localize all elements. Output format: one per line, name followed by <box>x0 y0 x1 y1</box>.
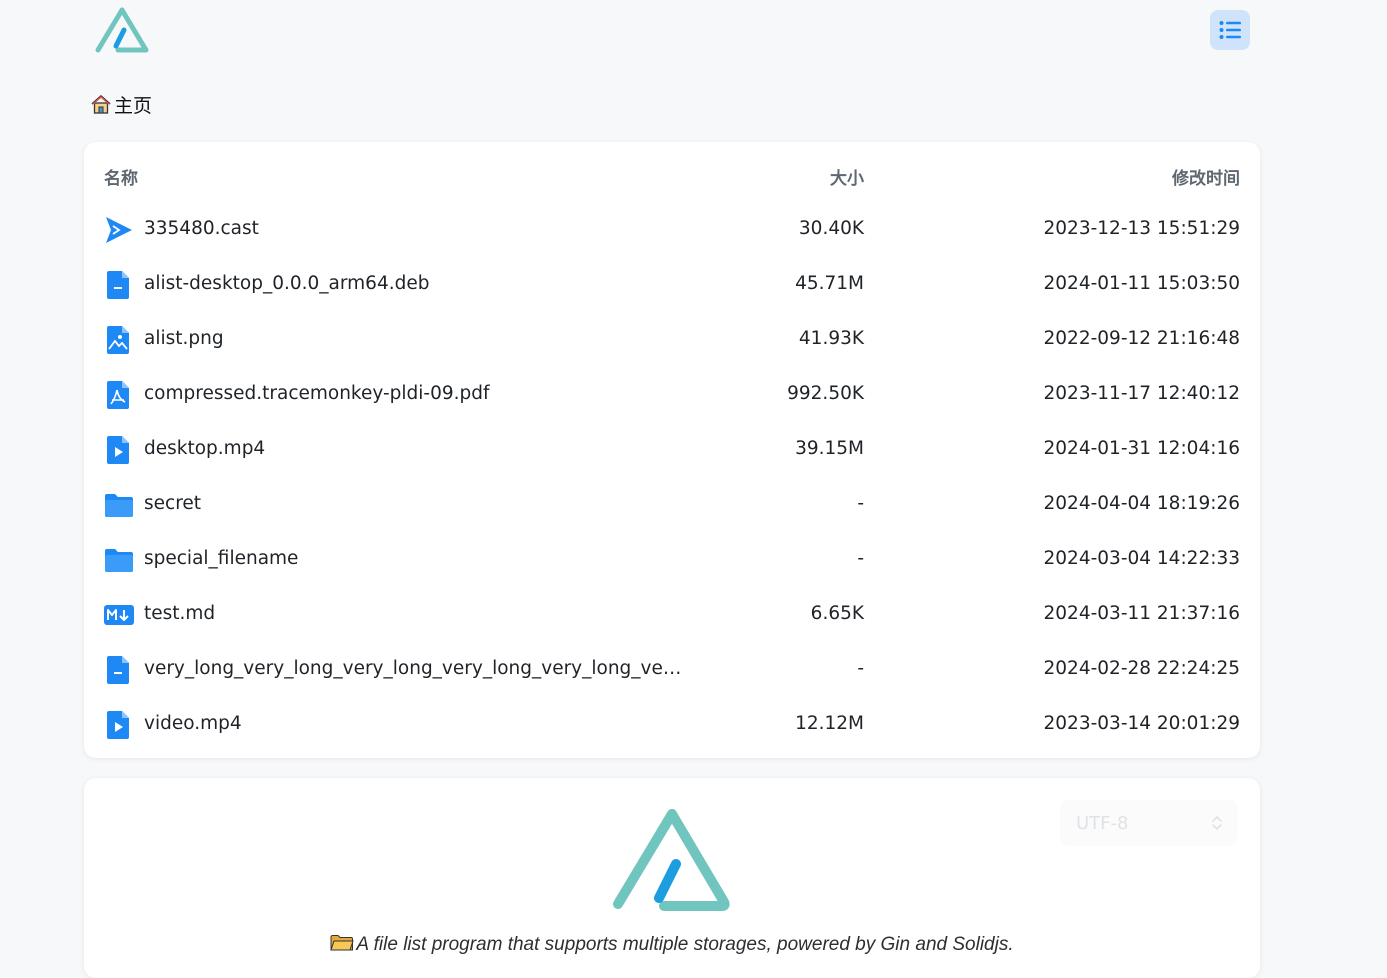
header <box>0 0 1387 70</box>
file-icon <box>107 656 129 684</box>
file-modified: 2023-03-14 20:01:29 <box>1043 713 1240 734</box>
table-row[interactable]: secret - 2024-04-04 18:19:26 <box>84 479 1260 534</box>
file-size: 12.12M <box>795 713 864 734</box>
table-row[interactable]: alist-desktop_0.0.0_arm64.deb 45.71M 202… <box>84 259 1260 314</box>
encoding-select-value: UTF-8 <box>1076 812 1129 834</box>
table-row[interactable]: alist.png 41.93K 2022-09-12 21:16:48 <box>84 314 1260 369</box>
file-name[interactable]: video.mp4 <box>144 713 684 734</box>
file-list-rows: 335480.cast 30.40K 2023-12-13 15:51:29 a… <box>84 204 1260 754</box>
menu-button[interactable] <box>1210 10 1250 50</box>
encoding-select[interactable]: UTF-8 <box>1060 800 1238 846</box>
file-size: - <box>857 548 864 569</box>
markdown-icon <box>104 605 134 625</box>
file-size: 45.71M <box>795 273 864 294</box>
file-modified: 2023-12-13 15:51:29 <box>1043 218 1240 239</box>
file-modified: 2023-11-17 12:40:12 <box>1043 383 1240 404</box>
chevron-updown-icon <box>1212 815 1222 831</box>
video-file-icon <box>107 436 129 464</box>
cast-icon <box>106 217 132 243</box>
file-size: 6.65K <box>810 603 864 624</box>
column-header-modified[interactable]: 修改时间 <box>1172 164 1240 189</box>
file-size: 41.93K <box>798 328 864 349</box>
breadcrumb[interactable]: 主页 <box>90 90 152 118</box>
file-size: - <box>857 658 864 679</box>
breadcrumb-home-link[interactable]: 主页 <box>114 91 152 118</box>
column-header-size[interactable]: 大小 <box>830 164 864 189</box>
video-file-icon <box>107 711 129 739</box>
pdf-file-icon <box>107 381 129 409</box>
file-modified: 2024-02-28 22:24:25 <box>1043 658 1240 679</box>
file-name[interactable]: test.md <box>144 603 684 624</box>
folder-icon <box>105 549 133 572</box>
column-header-name[interactable]: 名称 <box>104 164 138 189</box>
file-size: 39.15M <box>795 438 864 459</box>
tagline-text: A file list program that supports multip… <box>356 934 1014 955</box>
alist-logo-icon[interactable] <box>94 6 150 54</box>
file-icon <box>107 271 129 299</box>
file-size: - <box>857 493 864 514</box>
file-name[interactable]: very_long_very_long_very_long_very_long_… <box>144 658 684 679</box>
file-modified: 2024-01-31 12:04:16 <box>1043 438 1240 459</box>
alist-logo-icon <box>613 809 730 911</box>
image-file-icon <box>107 326 129 354</box>
table-row[interactable]: 335480.cast 30.40K 2023-12-13 15:51:29 <box>84 204 1260 259</box>
table-row[interactable]: test.md 6.65K 2024-03-11 21:37:16 <box>84 589 1260 644</box>
file-size: 30.40K <box>798 218 864 239</box>
table-row[interactable]: very_long_very_long_very_long_very_long_… <box>84 644 1260 699</box>
table-row[interactable]: compressed.tracemonkey-pldi-09.pdf 992.5… <box>84 369 1260 424</box>
file-modified: 2022-09-12 21:16:48 <box>1043 328 1240 349</box>
file-modified: 2024-03-11 21:37:16 <box>1043 603 1240 624</box>
table-row[interactable]: video.mp4 12.12M 2023-03-14 20:01:29 <box>84 699 1260 754</box>
file-modified: 2024-04-04 18:19:26 <box>1043 493 1240 514</box>
file-list-header: 名称 大小 修改时间 <box>104 162 1240 190</box>
file-name[interactable]: alist-desktop_0.0.0_arm64.deb <box>144 273 684 294</box>
folder-icon <box>330 935 355 951</box>
file-name[interactable]: desktop.mp4 <box>144 438 684 459</box>
file-name[interactable]: secret <box>144 493 684 514</box>
readme-tagline: A file list program that supports multip… <box>84 934 1260 956</box>
list-icon <box>1219 21 1241 39</box>
file-name[interactable]: special_filename <box>144 548 684 569</box>
file-name[interactable]: alist.png <box>144 328 684 349</box>
folder-icon <box>105 494 133 517</box>
table-row[interactable]: desktop.mp4 39.15M 2024-01-31 12:04:16 <box>84 424 1260 479</box>
file-size: 992.50K <box>787 383 864 404</box>
file-modified: 2024-01-11 15:03:50 <box>1043 273 1240 294</box>
home-icon <box>91 95 111 114</box>
file-list: 名称 大小 修改时间 335480.cast 30.40K 2023-12-13… <box>84 142 1260 758</box>
file-name[interactable]: compressed.tracemonkey-pldi-09.pdf <box>144 383 684 404</box>
file-name[interactable]: 335480.cast <box>144 218 684 239</box>
table-row[interactable]: special_filename - 2024-03-04 14:22:33 <box>84 534 1260 589</box>
readme-panel: UTF-8 A file list program that supports … <box>84 778 1260 978</box>
file-modified: 2024-03-04 14:22:33 <box>1043 548 1240 569</box>
